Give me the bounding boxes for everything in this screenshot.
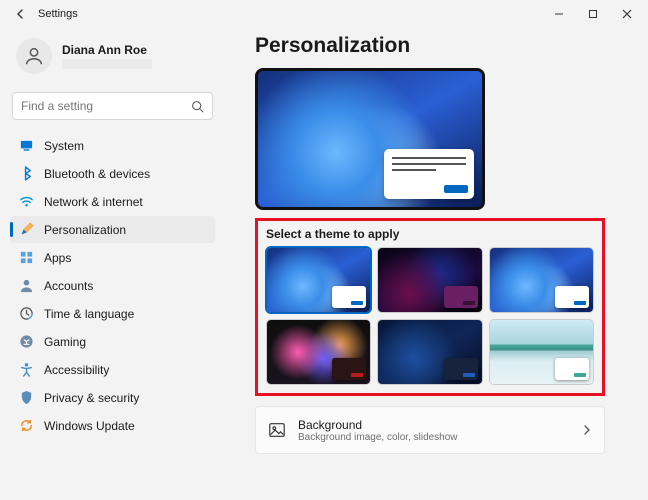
close-button[interactable] — [610, 2, 644, 26]
user-profile[interactable]: Diana Ann Roe — [10, 34, 215, 84]
nav-accounts[interactable]: Accounts — [10, 272, 215, 299]
nav-label: Apps — [44, 251, 71, 265]
nav-label: Windows Update — [44, 419, 135, 433]
preview-window-card — [384, 149, 474, 199]
nav-bluetooth[interactable]: Bluetooth & devices — [10, 160, 215, 187]
themes-label: Select a theme to apply — [266, 227, 594, 241]
accessibility-icon — [18, 362, 34, 378]
nav-privacy[interactable]: Privacy & security — [10, 384, 215, 411]
nav-network[interactable]: Network & internet — [10, 188, 215, 215]
nav-time[interactable]: Time & language — [10, 300, 215, 327]
nav-gaming[interactable]: Gaming — [10, 328, 215, 355]
wifi-icon — [18, 194, 34, 210]
desktop-preview — [255, 68, 485, 210]
window-title: Settings — [38, 8, 78, 20]
nav-label: Gaming — [44, 335, 86, 349]
background-setting-row[interactable]: Background Background image, color, slid… — [255, 406, 605, 454]
avatar-icon — [16, 38, 52, 74]
theme-option-1[interactable] — [266, 247, 371, 313]
nav-label: Personalization — [44, 223, 126, 237]
background-subtitle: Background image, color, slideshow — [298, 432, 458, 443]
minimize-button[interactable] — [542, 2, 576, 26]
page-title: Personalization — [255, 34, 630, 58]
chevron-right-icon — [582, 425, 592, 435]
paintbrush-icon — [18, 222, 34, 238]
nav-update[interactable]: Windows Update — [10, 412, 215, 439]
search-box[interactable] — [12, 92, 213, 120]
nav-label: Privacy & security — [44, 391, 139, 405]
back-button[interactable] — [14, 7, 28, 21]
nav-accessibility[interactable]: Accessibility — [10, 356, 215, 383]
shield-icon — [18, 390, 34, 406]
theme-option-5[interactable] — [377, 319, 482, 385]
gaming-icon — [18, 334, 34, 350]
themes-section-highlight: Select a theme to apply — [255, 218, 605, 396]
nav-label: Bluetooth & devices — [44, 167, 150, 181]
search-icon — [191, 100, 204, 113]
nav-label: Network & internet — [44, 195, 143, 209]
maximize-button[interactable] — [576, 2, 610, 26]
update-icon — [18, 418, 34, 434]
search-input[interactable] — [21, 99, 191, 113]
nav-label: Accounts — [44, 279, 93, 293]
background-title: Background — [298, 418, 458, 432]
nav-personalization[interactable]: Personalization — [10, 216, 215, 243]
person-icon — [18, 278, 34, 294]
theme-option-4[interactable] — [266, 319, 371, 385]
picture-icon — [268, 421, 286, 439]
apps-icon — [18, 250, 34, 266]
nav-system[interactable]: System — [10, 132, 215, 159]
system-icon — [18, 138, 34, 154]
user-name: Diana Ann Roe — [62, 43, 152, 57]
nav-apps[interactable]: Apps — [10, 244, 215, 271]
nav-label: Time & language — [44, 307, 134, 321]
nav-label: Accessibility — [44, 363, 109, 377]
theme-option-2[interactable] — [377, 247, 482, 313]
nav-label: System — [44, 139, 84, 153]
user-email-placeholder — [62, 59, 152, 69]
bluetooth-icon — [18, 166, 34, 182]
theme-option-6[interactable] — [489, 319, 594, 385]
theme-option-3[interactable] — [489, 247, 594, 313]
clock-icon — [18, 306, 34, 322]
